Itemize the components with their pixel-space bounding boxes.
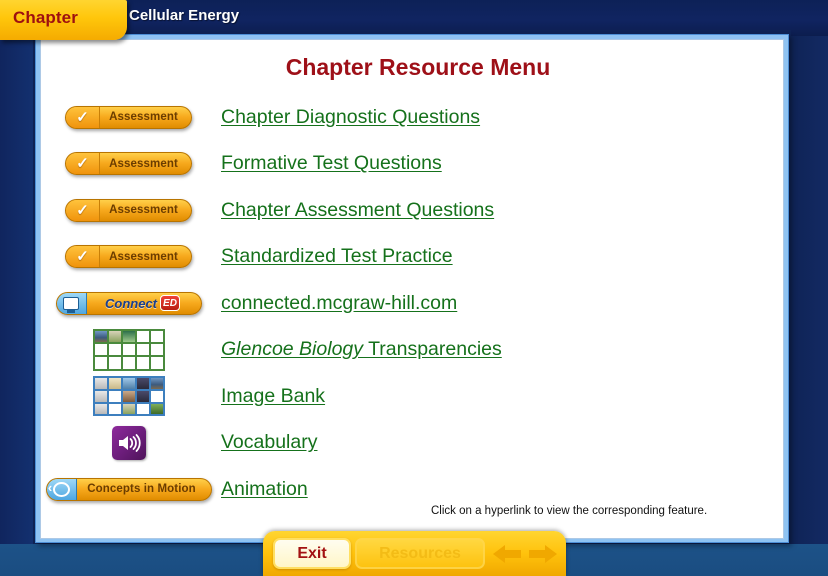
assessment-pill-label: Assessment — [109, 204, 178, 217]
left-band — [0, 36, 33, 544]
link-cell: Chapter Diagnostic Questions — [216, 106, 795, 129]
exit-button[interactable]: Exit — [273, 538, 351, 569]
link-cell: connected.mcgraw-hill.com — [216, 292, 795, 315]
link-image-bank[interactable]: Image Bank — [221, 385, 325, 407]
speaker-icon[interactable] — [111, 425, 146, 460]
ed-badge: ED — [160, 295, 180, 312]
link-glencoe-biology-transparencies[interactable]: Glencoe Biology Transparencies — [221, 338, 502, 360]
list-item: Image Bank — [41, 373, 795, 420]
link-formative-test-questions[interactable]: Formative Test Questions — [221, 152, 442, 174]
assessment-pill-icon[interactable]: ✓ Assessment — [65, 105, 192, 129]
list-item: ✓ Assessment Formative Test Questions — [41, 141, 795, 188]
link-chapter-assessment-questions[interactable]: Chapter Assessment Questions — [221, 199, 494, 221]
link-cell: Animation — [216, 478, 795, 501]
list-item: ✓ Assessment Chapter Assessment Question… — [41, 187, 795, 234]
list-item: ✓ Assessment Standardized Test Practice — [41, 234, 795, 281]
icon-cell — [41, 327, 216, 374]
link-cell: Vocabulary — [216, 431, 795, 454]
check-icon: ✓ — [66, 246, 100, 268]
icon-cell: Connect ED — [41, 280, 216, 327]
link-cell: Standardized Test Practice — [216, 245, 795, 268]
icon-cell — [41, 420, 216, 467]
list-item: ✓ Assessment Chapter Diagnostic Question… — [41, 94, 795, 141]
connect-ed-pill-icon[interactable]: Connect ED — [55, 291, 202, 315]
list-item: Connect ED connected.mcgraw-hill.com — [41, 280, 795, 327]
right-band — [791, 36, 828, 544]
link-cell: Chapter Assessment Questions — [216, 199, 795, 222]
link-title-italic: Glencoe Biology — [221, 338, 364, 361]
link-title-rest: Transparencies — [363, 338, 502, 361]
forward-arrow-icon[interactable] — [527, 541, 559, 567]
link-cell: Image Bank — [216, 385, 795, 408]
nav-arrows[interactable] — [491, 540, 561, 568]
resources-button-label: Resources — [379, 544, 461, 562]
check-icon: ✓ — [66, 199, 100, 221]
icon-cell: ✓ Assessment — [41, 234, 216, 281]
link-vocabulary[interactable]: Vocabulary — [221, 431, 317, 453]
assessment-pill-label: Assessment — [109, 157, 178, 170]
assessment-pill-icon[interactable]: ✓ Assessment — [65, 152, 192, 176]
image-bank-grid-icon[interactable] — [92, 376, 165, 417]
assessment-pill-icon[interactable]: ✓ Assessment — [65, 245, 192, 269]
assessment-pill-icon[interactable]: ✓ Assessment — [65, 198, 192, 222]
assessment-pill-label: Assessment — [109, 111, 178, 124]
concepts-in-motion-label: Concepts in Motion — [87, 483, 196, 496]
chapter-tab-label: Chapter — [13, 8, 78, 27]
content-panel-border: Chapter Resource Menu ✓ Assessment Chapt… — [35, 34, 789, 543]
link-cell: Glencoe Biology Transparencies — [216, 338, 795, 361]
back-arrow-icon[interactable] — [491, 541, 523, 567]
list-item: Glencoe Biology Transparencies — [41, 327, 795, 374]
page-title: Chapter Resource Menu — [285, 54, 551, 80]
concepts-in-motion-pill-icon[interactable]: Concepts in Motion — [45, 477, 212, 501]
icon-cell: Concepts in Motion — [41, 466, 216, 513]
monitor-icon — [56, 292, 87, 314]
link-connected-mcgraw-hill[interactable]: connected.mcgraw-hill.com — [221, 292, 457, 314]
chapter-tab: Chapter — [0, 0, 127, 40]
link-cell: Formative Test Questions — [216, 152, 795, 175]
check-icon: ✓ — [66, 106, 100, 128]
motion-circle-icon — [46, 478, 77, 500]
link-chapter-diagnostic-questions[interactable]: Chapter Diagnostic Questions — [221, 106, 480, 128]
slide-root: Cellular Energy Chapter Chapter Resource… — [0, 0, 828, 576]
resource-list: ✓ Assessment Chapter Diagnostic Question… — [41, 94, 795, 513]
exit-button-label: Exit — [297, 544, 327, 562]
assessment-pill-label: Assessment — [109, 250, 178, 263]
connect-ed-label: Connect ED — [87, 295, 201, 312]
icon-cell: ✓ Assessment — [41, 187, 216, 234]
resources-button[interactable]: Resources — [355, 538, 485, 569]
bottom-navigation-bar: Exit Resources — [263, 531, 566, 576]
check-icon: ✓ — [66, 153, 100, 175]
content-panel: Chapter Resource Menu ✓ Assessment Chapt… — [40, 39, 784, 539]
transparencies-grid-icon[interactable] — [92, 328, 165, 371]
icon-cell: ✓ Assessment — [41, 94, 216, 141]
footer-instruction: Click on a hyperlink to view the corresp… — [431, 505, 708, 517]
list-item: Vocabulary — [41, 420, 795, 467]
link-standardized-test-practice[interactable]: Standardized Test Practice — [221, 245, 453, 267]
connect-word: Connect — [105, 295, 157, 311]
link-animation[interactable]: Animation — [221, 478, 308, 500]
icon-cell: ✓ Assessment — [41, 141, 216, 188]
icon-cell — [41, 373, 216, 420]
chapter-title: Cellular Energy — [129, 7, 240, 24]
